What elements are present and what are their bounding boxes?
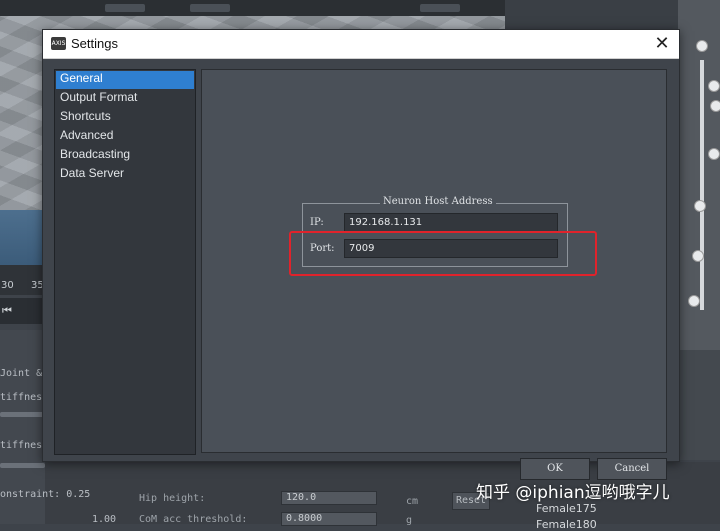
stiffness-label: tiffnes	[0, 392, 43, 403]
settings-category-list: General Output Format Shortcuts Advanced…	[54, 69, 196, 455]
dialog-title: Settings	[71, 36, 118, 51]
nav-item-broadcasting[interactable]: Broadcasting	[56, 147, 194, 165]
skeleton-joint	[710, 100, 720, 112]
nav-item-advanced[interactable]: Advanced	[56, 128, 194, 146]
joint-label: Joint &	[0, 368, 43, 379]
timeline-area	[0, 210, 45, 270]
skeleton-joint	[688, 295, 700, 307]
com-threshold-label: CoM acc threshold:	[139, 514, 248, 525]
skeleton-joint	[694, 200, 706, 212]
playback-controls: ⏮	[0, 298, 45, 324]
cancel-button[interactable]: Cancel	[597, 458, 667, 480]
nav-item-general[interactable]: General	[56, 71, 194, 89]
skeleton-joint	[708, 80, 720, 92]
rewind-icon[interactable]: ⏮	[2, 304, 12, 318]
skeleton-joint	[692, 250, 704, 262]
neuron-host-group: Neuron Host Address IP: 192.168.1.131 Po…	[302, 196, 568, 267]
com-threshold-unit: g	[406, 515, 413, 526]
nav-item-shortcuts[interactable]: Shortcuts	[56, 109, 194, 127]
stiffness-label-2: tiffness	[0, 440, 49, 451]
stiffness-slider-2[interactable]	[0, 463, 45, 468]
group-title: Neuron Host Address	[380, 196, 496, 207]
slider-value: 1.00	[92, 514, 117, 525]
timeline-ruler: 30 35	[0, 265, 45, 295]
nav-item-data-server[interactable]: Data Server	[56, 166, 194, 184]
dialog-titlebar[interactable]: AXIS Settings ✕	[43, 30, 679, 59]
skeleton-joint	[696, 40, 708, 52]
nav-item-output-format[interactable]: Output Format	[56, 90, 194, 108]
hip-height-label: Hip height:	[139, 493, 206, 504]
model-list-item[interactable]: Female180	[536, 518, 597, 531]
constraint-label: onstraint: 0.25	[0, 489, 91, 500]
stiffness-slider[interactable]	[0, 412, 45, 417]
skeleton-joint	[708, 148, 720, 160]
hip-height-field[interactable]: 120.0	[281, 491, 377, 505]
right-lower-panel	[678, 350, 720, 460]
general-settings-panel: Neuron Host Address IP: 192.168.1.131 Po…	[201, 69, 667, 453]
hip-height-unit: cm	[406, 496, 419, 507]
model-list-item[interactable]: Female175	[536, 502, 597, 515]
ok-button[interactable]: OK	[520, 458, 590, 480]
app-icon: AXIS	[51, 37, 66, 50]
ruler-tick-label: 30	[1, 280, 14, 291]
ip-field[interactable]: 192.168.1.131	[344, 213, 558, 232]
watermark: 知乎 @iphian逗哟哦字儿	[476, 483, 670, 503]
close-icon[interactable]: ✕	[651, 33, 673, 55]
skeleton-preview	[678, 0, 720, 350]
app-toolbar-right	[505, 0, 678, 30]
settings-dialog: AXIS Settings ✕ General Output Format Sh…	[42, 29, 680, 462]
ip-label: IP:	[310, 217, 324, 228]
app-toolbar	[0, 0, 505, 16]
port-label: Port:	[310, 243, 335, 254]
port-field[interactable]: 7009	[344, 239, 558, 258]
skeleton-bone	[700, 60, 704, 310]
